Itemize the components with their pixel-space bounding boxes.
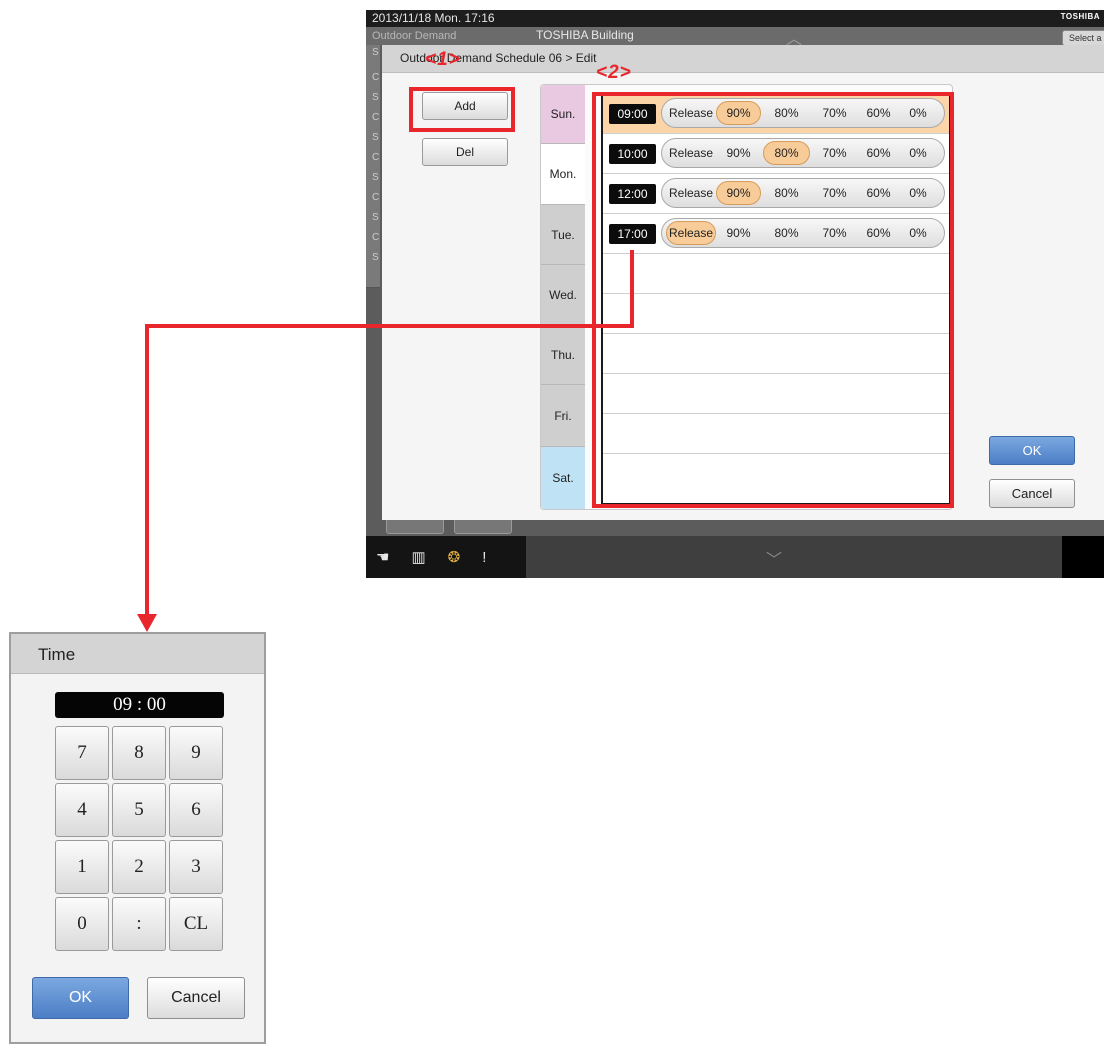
highlight-add-box [409,87,515,132]
alert-icon[interactable]: ! [482,549,508,566]
dialog-title-bar: Outdoor Demand Schedule 06 > Edit [382,45,1104,73]
key-0[interactable]: 0 [55,897,109,951]
key-2[interactable]: 2 [112,840,166,894]
building-name: TOSHIBA Building [536,28,634,42]
key-4[interactable]: 4 [55,783,109,837]
time-input-dialog: Time 09 : 00 7 8 9 4 5 6 1 2 3 0 : CL OK… [9,632,266,1044]
time-dialog-title: Time [38,645,76,664]
connector-arrow-icon [137,614,157,632]
header-bar: Outdoor Demand TOSHIBA Building ︿ Select… [366,27,1104,48]
key-9[interactable]: 9 [169,726,223,780]
toolbar-end-block [1062,536,1104,578]
background-screen-title: Outdoor Demand [372,30,457,42]
key-6[interactable]: 6 [169,783,223,837]
brand-logo: TOSHIBA [1060,12,1100,21]
day-tab-sun[interactable]: Sun. [541,85,585,144]
time-dialog-title-bar: Time [11,634,264,674]
bottom-toolbar: ☚▥❂! ﹀ [366,536,1104,578]
datetime: 2013/11/18 Mon. 17:16 [372,11,495,25]
ok-button[interactable]: OK [989,436,1075,465]
callout-1: <1> [425,49,461,70]
highlight-list-box [592,92,954,508]
connector-line [145,324,149,616]
day-tab-sat[interactable]: Sat. [541,447,585,509]
key-8[interactable]: 8 [112,726,166,780]
key-1[interactable]: 1 [55,840,109,894]
day-tab-thu[interactable]: Thu. [541,325,585,385]
circle-progress-icon[interactable]: ❂ [448,549,483,566]
callout-2: <2> [596,62,632,83]
key-colon[interactable]: : [112,897,166,951]
key-clear[interactable]: CL [169,897,223,951]
status-bar: 2013/11/18 Mon. 17:16 TOSHIBA [366,10,1104,27]
toolbar-icons: ☚▥❂! [366,536,526,578]
delete-button[interactable]: Del [422,138,508,166]
key-7[interactable]: 7 [55,726,109,780]
day-tab-mon[interactable]: Mon. [541,144,585,205]
connector-line [145,324,634,328]
day-tab-wed[interactable]: Wed. [541,265,585,325]
day-tab-fri[interactable]: Fri. [541,385,585,447]
chevron-down-icon[interactable]: ﹀ [766,546,782,570]
time-display: 09 : 00 [55,692,224,718]
time-cancel-button[interactable]: Cancel [147,977,245,1019]
key-5[interactable]: 5 [112,783,166,837]
select-button[interactable]: Select a [1062,30,1104,46]
hand-pointer-icon[interactable]: ☚ [376,549,411,566]
connector-line [630,250,634,328]
background-row: S [366,250,380,288]
book-icon[interactable]: ▥ [411,549,447,566]
time-ok-button[interactable]: OK [32,977,129,1019]
cancel-button[interactable]: Cancel [989,479,1075,508]
key-3[interactable]: 3 [169,840,223,894]
day-tab-tue[interactable]: Tue. [541,205,585,265]
